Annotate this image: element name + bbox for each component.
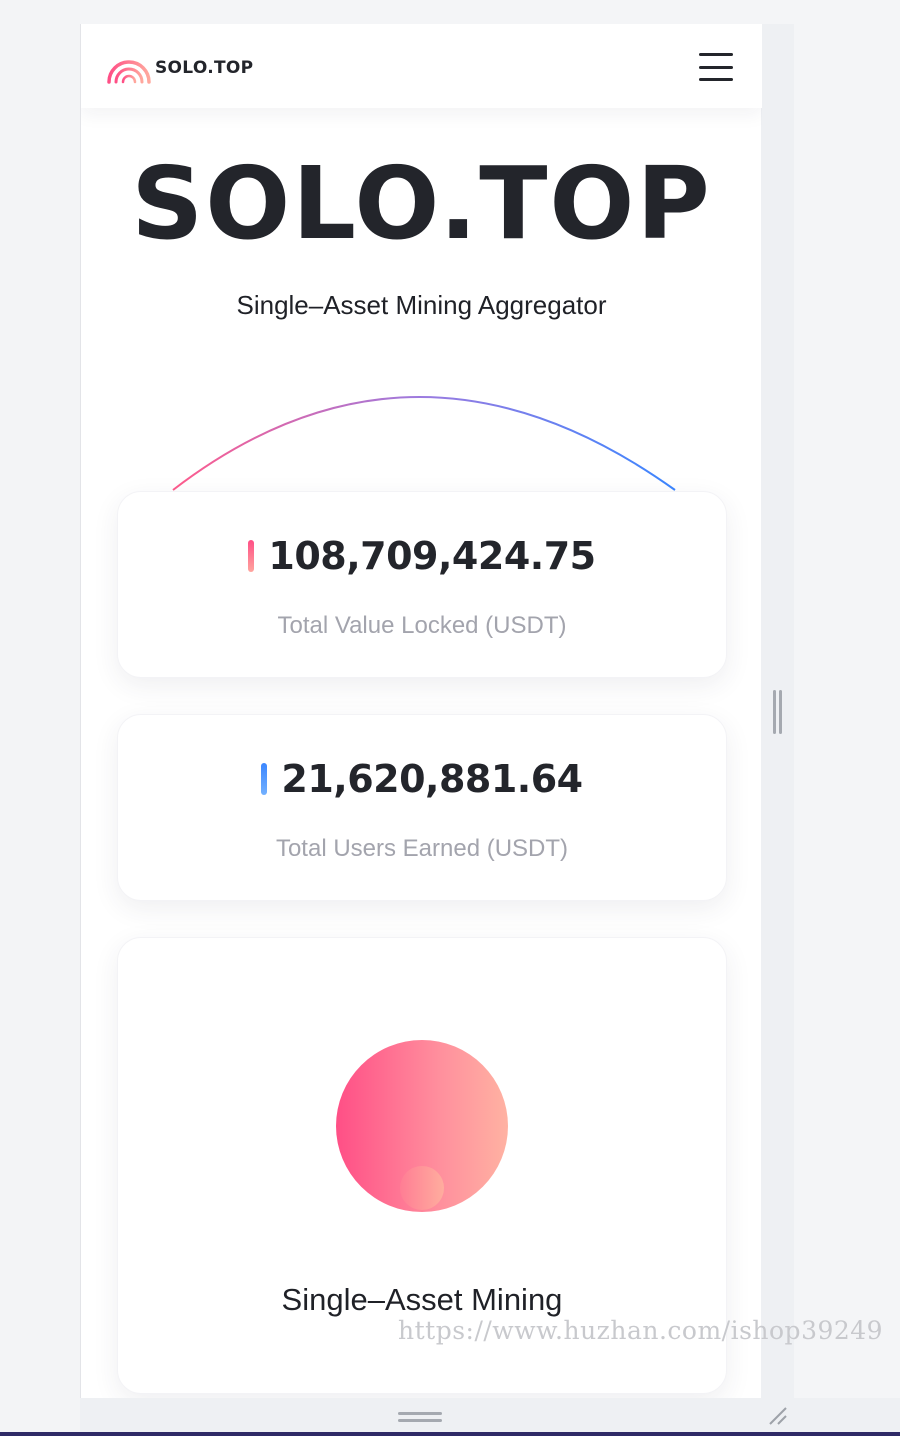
bottom-border	[0, 1432, 900, 1436]
top-navbar: SOLO.TOP	[81, 24, 762, 108]
handle-line	[778, 690, 782, 734]
total-users-earned-value: 21,620,881.64	[281, 757, 583, 801]
hamburger-menu-icon[interactable]	[699, 53, 739, 81]
mobile-viewport: SOLO.TOP SOLO.TOP Single–Asset Mining Ag…	[80, 24, 762, 1398]
watermark-text: https://www.huzhan.com/ishop39249	[398, 1316, 884, 1345]
handle-line	[398, 1419, 442, 1422]
horizontal-resize-handle[interactable]	[398, 1412, 442, 1422]
blue-accent-bar	[261, 763, 268, 795]
hero-subtitle: Single–Asset Mining Aggregator	[236, 290, 607, 320]
total-users-earned-label: Total Users Earned (USDT)	[275, 835, 569, 862]
hero-title: SOLO.TOP	[131, 145, 712, 262]
small-orb-icon	[400, 1166, 444, 1210]
brand-name: SOLO.TOP	[155, 58, 254, 78]
app-screen: SOLO.TOP SOLO.TOP Single–Asset Mining Ag…	[0, 0, 900, 1436]
total-users-earned-card: 21,620,881.64 Total Users Earned (USDT)	[117, 714, 727, 901]
stat-value-row: 21,620,881.64	[118, 757, 726, 801]
menu-line	[699, 65, 733, 69]
pink-accent-bar	[248, 540, 255, 572]
total-value-locked-card: 108,709,424.75 Total Value Locked (USDT)	[117, 491, 727, 678]
single-asset-mining-title: Single–Asset Mining	[281, 1282, 563, 1317]
handle-line	[772, 690, 776, 734]
handle-line	[398, 1412, 442, 1415]
menu-line	[699, 78, 733, 81]
total-value-locked-label: Total Value Locked (USDT)	[277, 612, 567, 639]
rainbow-arc-icon	[107, 60, 151, 84]
bottom-resize-bar	[80, 1398, 900, 1434]
brand-logo-link[interactable]: SOLO.TOP	[105, 48, 253, 88]
total-value-locked-value: 108,709,424.75	[268, 534, 596, 578]
stat-value-row: 108,709,424.75	[118, 534, 726, 578]
menu-line	[699, 53, 733, 56]
resize-grip-icon[interactable]	[766, 1404, 790, 1428]
left-margin	[0, 0, 80, 1436]
vertical-resize-handle[interactable]	[772, 690, 782, 736]
